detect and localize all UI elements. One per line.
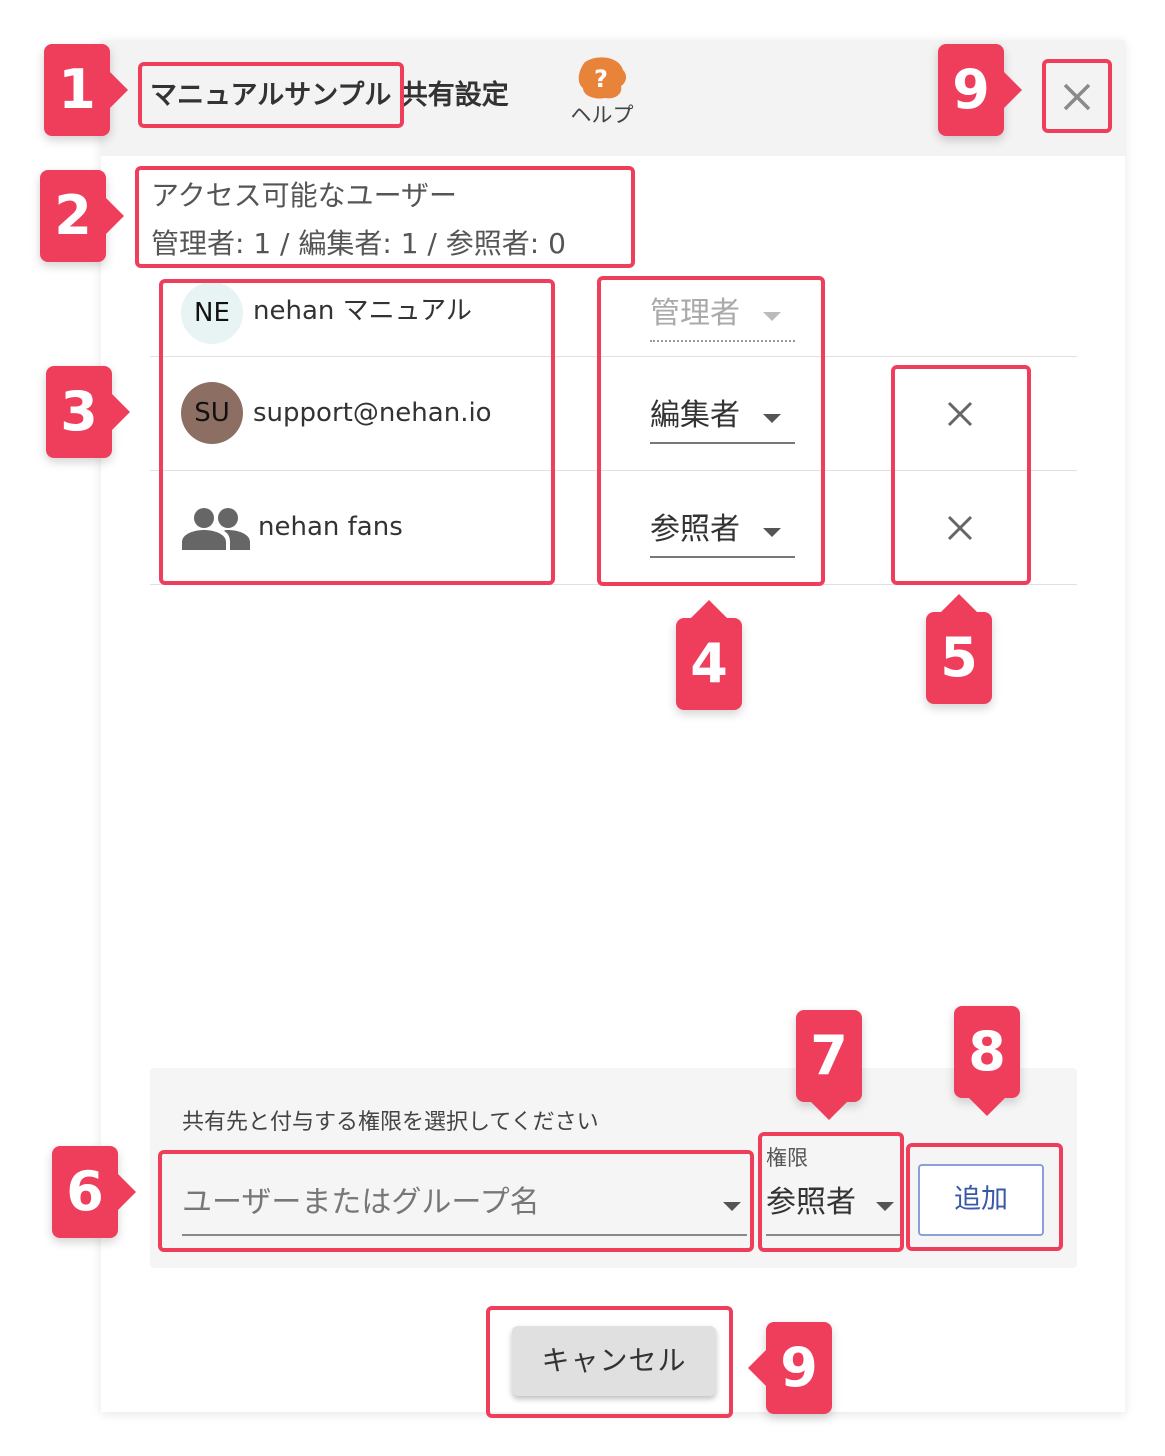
annotation-badge-7: 7 [796,1010,862,1120]
highlight-members [159,279,555,585]
annotation-badge-1: 1 [44,44,128,136]
highlight-remove [891,365,1031,585]
help-bubble-icon: ? [578,57,627,99]
annotation-badge-3: 3 [46,366,130,458]
highlight-roles [597,276,825,586]
highlight-close [1042,59,1112,133]
annotation-badge-8: 8 [954,1006,1020,1116]
highlight-access [135,166,635,268]
highlight-cancel [486,1306,733,1418]
highlight-add [906,1143,1063,1251]
help-label: ヘルプ [570,103,634,127]
help-button[interactable]: ? ヘルプ [562,56,642,140]
add-instruction: 共有先と付与する権限を選択してください [182,1110,599,1135]
annotation-badge-4: 4 [676,600,742,710]
svg-text:?: ? [594,65,608,93]
annotation-badge-9: 9 [938,44,1022,136]
highlight-title [138,62,404,128]
highlight-user-input [158,1150,754,1252]
highlight-permission [758,1132,904,1252]
annotation-badge-5: 5 [926,594,992,704]
annotation-badge-9: 9 [748,1322,832,1414]
annotation-badge-6: 6 [52,1146,136,1238]
annotation-badge-2: 2 [40,170,124,262]
